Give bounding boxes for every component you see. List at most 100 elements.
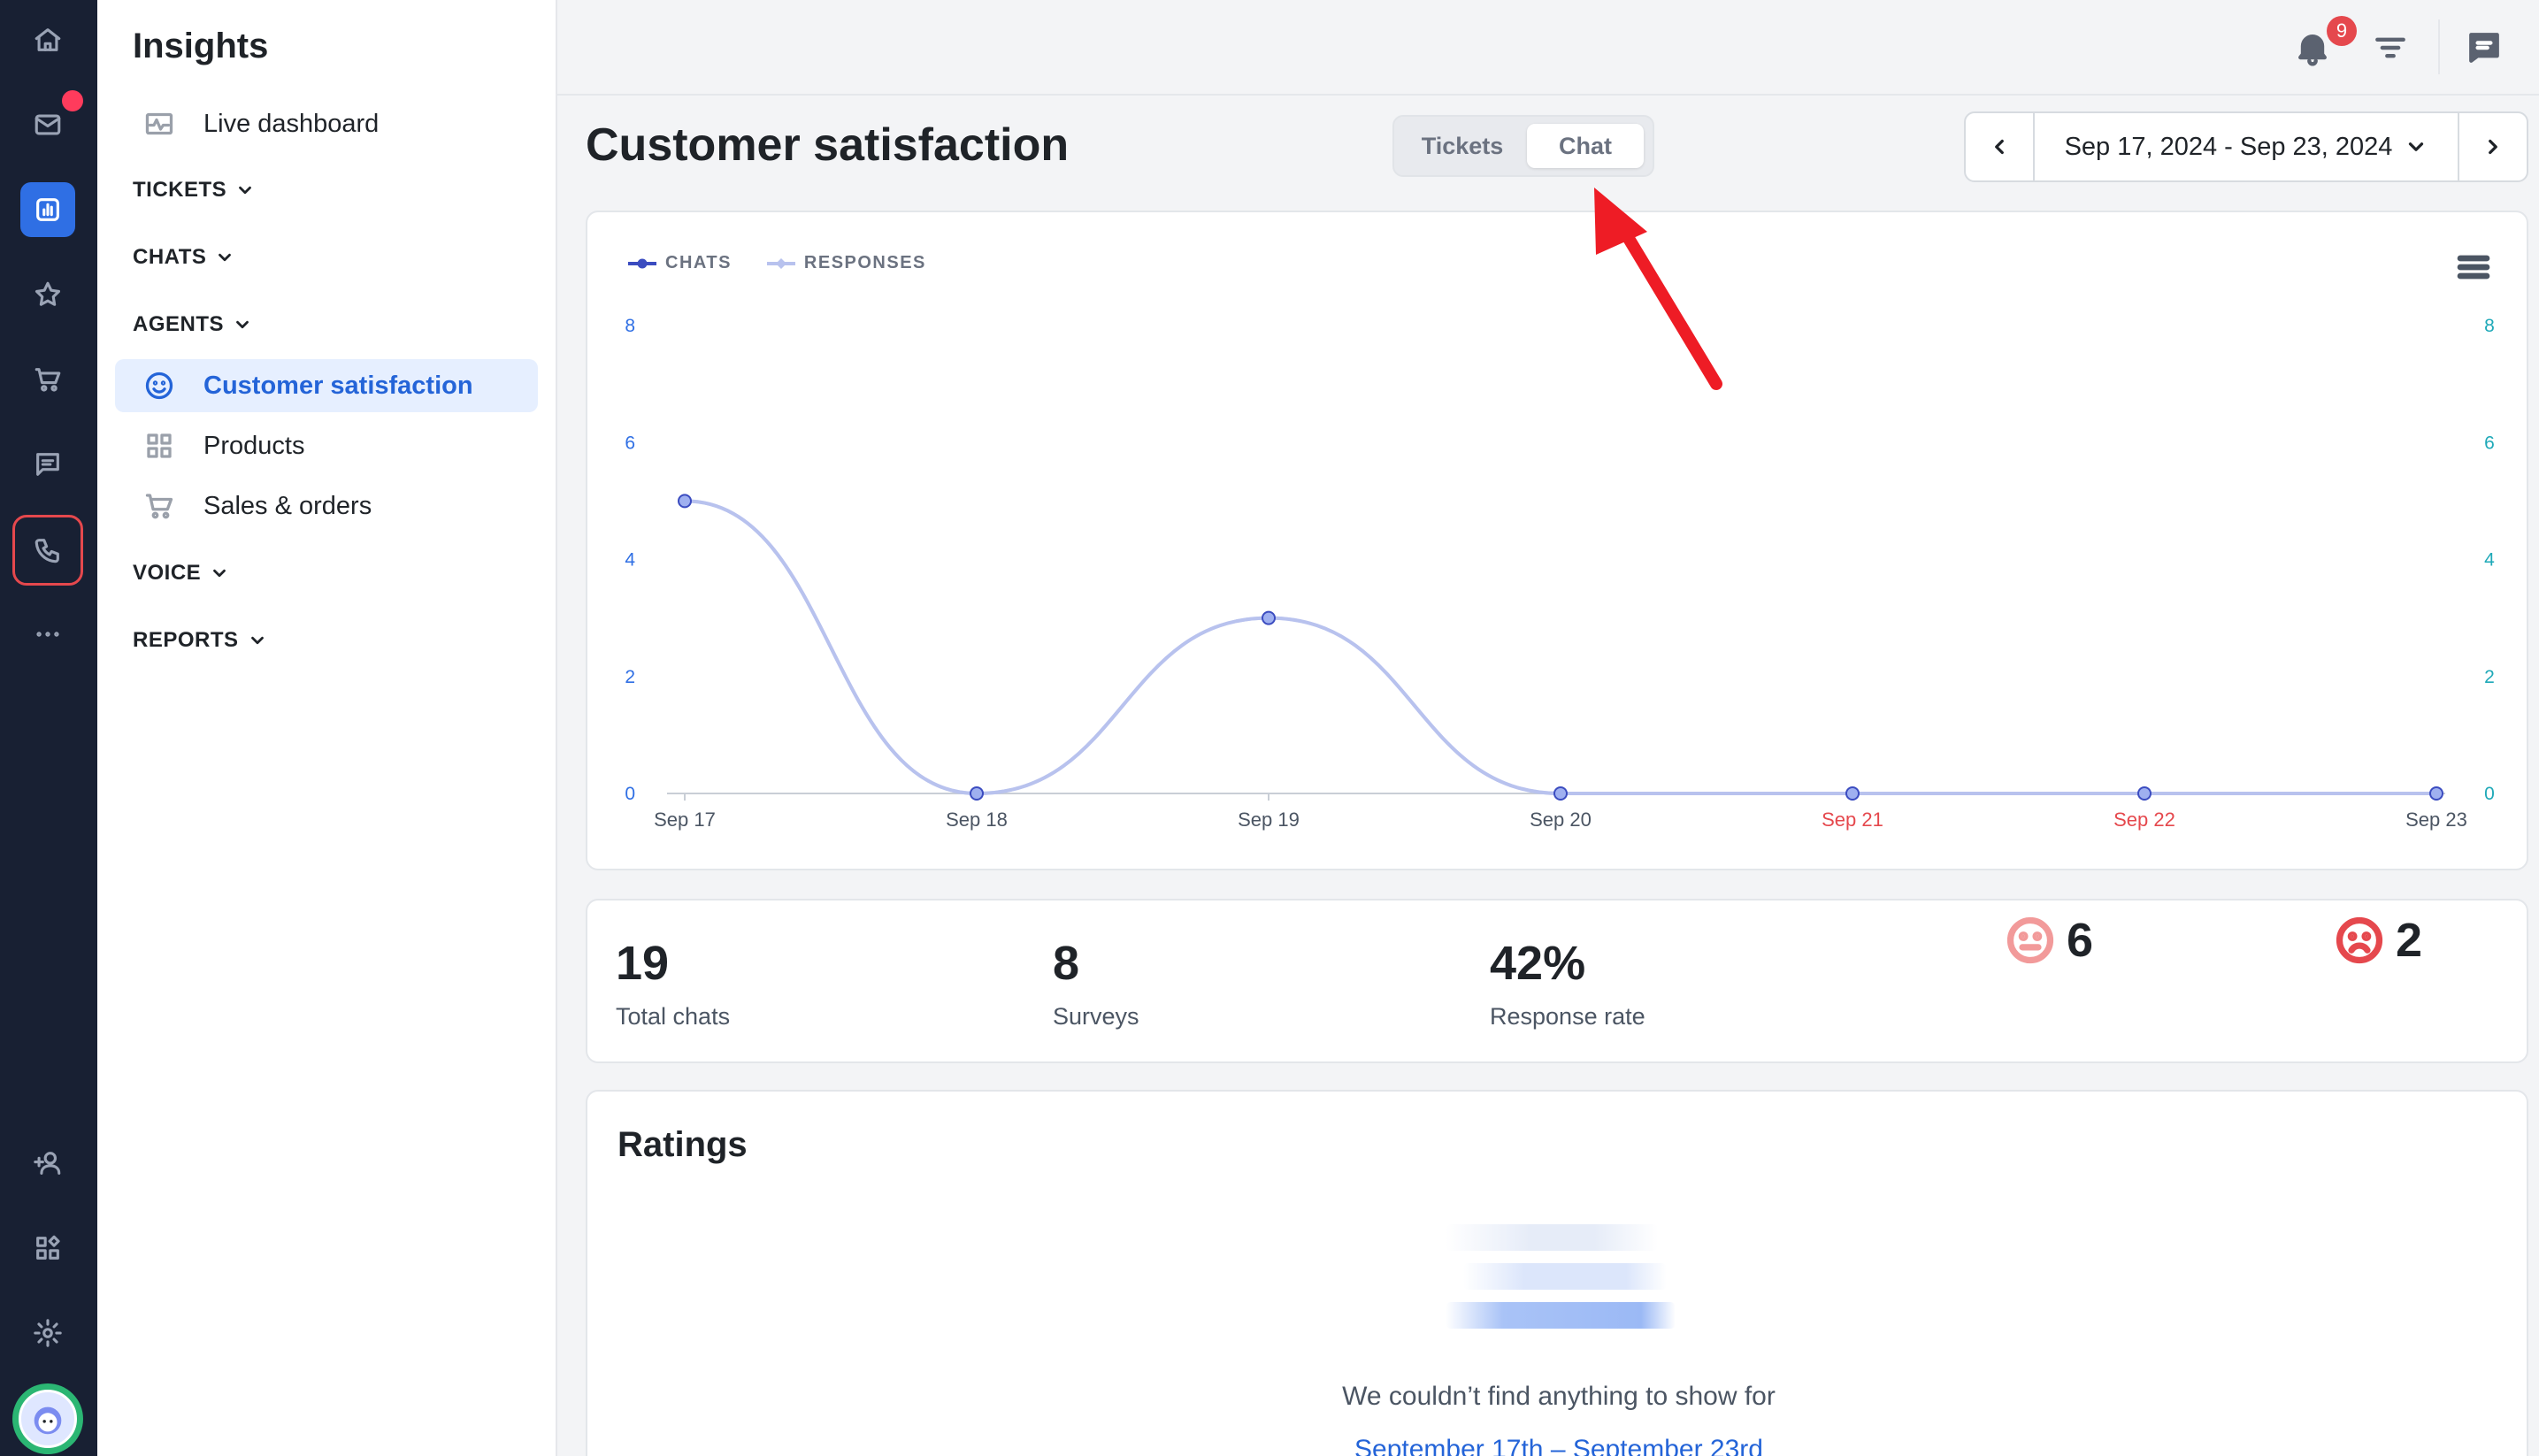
y-left-tick-label: 4	[625, 550, 635, 571]
stat-value: 8	[1053, 937, 1080, 990]
sidebar-title: Insights	[133, 27, 269, 65]
tab-chat[interactable]: Chat	[1527, 124, 1644, 168]
data-point-chats	[678, 494, 692, 509]
series-line-responses	[684, 499, 2436, 796]
x-tick-label: Sep 20	[1530, 808, 1592, 831]
section-label: VOICE	[133, 561, 202, 585]
sidebar-item-customer-satisfaction[interactable]: Customer satisfaction	[115, 359, 538, 412]
chevron-down-icon	[236, 320, 249, 329]
gear-icon[interactable]	[20, 1306, 75, 1360]
date-range-label: Sep 17, 2024 - Sep 23, 2024	[2064, 132, 2393, 161]
data-point-chats	[2137, 786, 2152, 801]
line-chart: 0 2 4 6 8 0 2 4 6 8 Sep 17 Sep 18 Sep 19 Sep 20 Sep 21…	[625, 316, 2495, 831]
channel-toggle: Tickets Chat	[1392, 115, 1654, 177]
chart-menu-icon[interactable]	[2456, 249, 2491, 285]
smile-icon	[143, 370, 175, 402]
y-right-tick-label: 8	[2484, 316, 2495, 336]
grid-icon	[143, 430, 175, 462]
neutral-count: 6	[2067, 914, 2094, 967]
x-tick-label: Sep 18	[946, 808, 1008, 831]
date-range-select[interactable]: Sep 17, 2024 - Sep 23, 2024	[2035, 113, 2458, 180]
chevron-down-icon	[239, 186, 252, 195]
chevron-down-icon	[219, 253, 232, 262]
chevron-right-icon	[2489, 139, 2497, 155]
x-tick-label: Sep 17	[654, 808, 716, 831]
chat-icon[interactable]	[20, 437, 75, 492]
y-left-tick-label: 8	[625, 316, 635, 336]
sidebar-section-tickets[interactable]: TICKETS	[133, 178, 255, 203]
sidebar-item-label: Customer satisfaction	[203, 371, 473, 400]
neutral-rating: 6	[2006, 913, 2093, 968]
sidebar-item-products[interactable]: Products	[115, 419, 538, 472]
filter-icon[interactable]	[2371, 28, 2410, 67]
section-label: REPORTS	[133, 628, 239, 652]
stat-surveys: 8 Surveys	[1053, 936, 1139, 1031]
sidebar-item-live-dashboard[interactable]: Live dashboard	[115, 97, 538, 150]
chevron-down-icon	[213, 569, 226, 578]
stat-value: 19	[616, 937, 670, 990]
cart-icon	[143, 490, 175, 522]
data-point-chats	[2429, 786, 2443, 801]
negative-count: 2	[2396, 914, 2423, 967]
home-icon[interactable]	[20, 12, 75, 67]
legend-marker-chats	[628, 258, 656, 268]
pulse-icon	[143, 108, 175, 140]
empty-state-range-link[interactable]: September 17th – September 23rd	[587, 1435, 2530, 1456]
ratings-card: Ratings We couldn’t find anything to sho…	[586, 1090, 2528, 1456]
legend-marker-responses	[766, 257, 795, 269]
sidebar-section-agents[interactable]: AGENTS	[133, 312, 252, 337]
previous-week-button[interactable]	[1966, 113, 2035, 180]
star-icon[interactable]	[20, 267, 75, 322]
next-week-button[interactable]	[2458, 113, 2527, 180]
x-tick-label: Sep 19	[1238, 808, 1300, 831]
ratings-title: Ratings	[617, 1125, 748, 1164]
sad-face-icon	[2336, 916, 2383, 964]
sidebar-item-label: Live dashboard	[203, 109, 380, 138]
stat-label: Surveys	[1053, 1003, 1139, 1030]
chart-card: CHATS RESPONSES 0 2 4 6 8 0 2 4 6 8 Sep 17 Sep 18 Se…	[586, 211, 2528, 870]
section-label: CHATS	[133, 245, 207, 269]
chart-legend: CHATS RESPONSES	[628, 253, 926, 273]
empty-state-text: We couldn’t find anything to show for	[1342, 1382, 1776, 1411]
sidebar-item-label: Products	[203, 431, 305, 460]
legend-item-chats[interactable]: CHATS	[628, 253, 732, 273]
sidebar-section-reports[interactable]: REPORTS	[133, 628, 267, 653]
cart-icon[interactable]	[20, 352, 75, 407]
stat-label: Total chats	[616, 1003, 731, 1030]
sidebar-item-label: Sales & orders	[203, 491, 372, 520]
page-title: Customer satisfaction	[586, 119, 1070, 171]
insights-icon[interactable]	[20, 182, 75, 237]
insights-sidebar: Insights Live dashboard TICKETS CHATS AG…	[97, 0, 557, 1456]
stat-response-rate: 42% Response rate	[1490, 936, 1645, 1031]
data-point-chats	[970, 786, 984, 801]
series-line-chats	[684, 499, 2436, 796]
more-icon[interactable]	[20, 607, 75, 662]
chevron-down-icon	[250, 636, 264, 645]
stat-total-chats: 19 Total chats	[616, 936, 730, 1031]
icon-rail	[0, 0, 97, 1456]
data-point-chats	[1845, 786, 1860, 801]
avatar-face-icon	[34, 1406, 62, 1435]
legend-item-responses[interactable]: RESPONSES	[766, 253, 926, 273]
apps-icon[interactable]	[20, 1221, 75, 1276]
legend-label: RESPONSES	[803, 253, 926, 272]
avatar-icon[interactable]	[12, 1383, 83, 1454]
empty-state-illustration	[1446, 1224, 1684, 1330]
y-right-tick-label: 2	[2484, 667, 2495, 687]
stats-card: 19 Total chats 8 Surveys 42% Response ra…	[586, 899, 2528, 1063]
date-range-picker: Sep 17, 2024 - Sep 23, 2024	[1964, 111, 2528, 182]
tab-tickets[interactable]: Tickets	[1401, 124, 1523, 168]
phone-icon[interactable]	[12, 515, 83, 586]
stat-value: 42%	[1490, 937, 1586, 990]
data-point-chats	[1553, 786, 1568, 801]
y-right-tick-label: 0	[2484, 784, 2495, 804]
sidebar-section-voice[interactable]: VOICE	[133, 561, 229, 586]
y-left-tick-label: 0	[625, 784, 635, 804]
y-left-tick-label: 6	[625, 433, 635, 453]
top-bar: 9	[557, 0, 2539, 96]
sidebar-section-chats[interactable]: CHATS	[133, 245, 234, 270]
message-icon[interactable]	[2465, 28, 2504, 67]
mail-notification-dot	[62, 90, 83, 111]
add-user-icon[interactable]	[20, 1136, 75, 1191]
sidebar-item-sales-orders[interactable]: Sales & orders	[115, 479, 538, 533]
